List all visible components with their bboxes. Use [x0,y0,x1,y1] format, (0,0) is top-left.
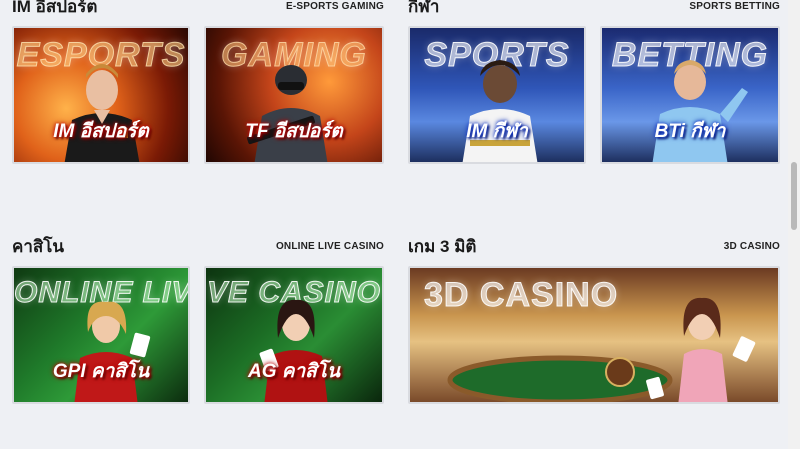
card-label: AG คาสิโน [248,361,340,382]
section-sports: กีฬา SPORTS BETTING SPORTS IM กีฬา BETTI… [408,0,780,166]
game-card-bti-sports[interactable]: BETTING BTi กีฬา [600,26,780,164]
section-header: คาสิโน ONLINE LIVE CASINO [12,236,384,256]
page-scrollbar[interactable] [788,0,800,449]
game-card-ag-casino[interactable]: VE CASINO AG คาสิโน [204,266,384,404]
section-header: IM อีสปอร์ต E-SPORTS GAMING [12,0,384,16]
card-label: IM กีฬา [466,121,528,142]
section-esports: IM อีสปอร์ต E-SPORTS GAMING ESPORTS IM อ… [12,0,384,166]
section-title: IM อีสปอร์ต [12,0,98,16]
section-subtitle: 3D CASINO [723,240,780,252]
roulette-table-scene [447,297,756,402]
game-card-tf-esports[interactable]: GAMING TF อีสปอร์ต [204,26,384,164]
section-subtitle: E-SPORTS GAMING [285,0,384,12]
section-subtitle: SPORTS BETTING [689,0,780,12]
section-casino: คาสิโน ONLINE LIVE CASINO ONLINE LIV GPI… [12,236,384,408]
card-label: IM อีสปอร์ต [53,121,149,142]
game-card-im-esports[interactable]: ESPORTS IM อีสปอร์ต [12,26,190,164]
card-label: GPI คาสิโน [52,361,150,382]
section-subtitle: ONLINE LIVE CASINO [275,240,384,252]
scrollbar-thumb[interactable] [791,162,797,230]
game-card-3d-casino[interactable]: 3D CASINO [408,266,780,404]
section-3d-casino: เกม 3 มิติ 3D CASINO 3D CASINO [408,236,780,408]
card-label: BTi กีฬา [654,121,726,142]
card-label: TF อีสปอร์ต [245,121,343,142]
section-title: กีฬา [408,0,440,16]
section-header: กีฬา SPORTS BETTING [408,0,780,16]
section-title: คาสิโน [12,236,65,256]
game-card-im-sports[interactable]: SPORTS IM กีฬา [408,26,586,164]
section-title: เกม 3 มิติ [408,236,477,256]
section-header: เกม 3 มิติ 3D CASINO [408,236,780,256]
game-card-gpi-casino[interactable]: ONLINE LIV GPI คาสิโน [12,266,190,404]
